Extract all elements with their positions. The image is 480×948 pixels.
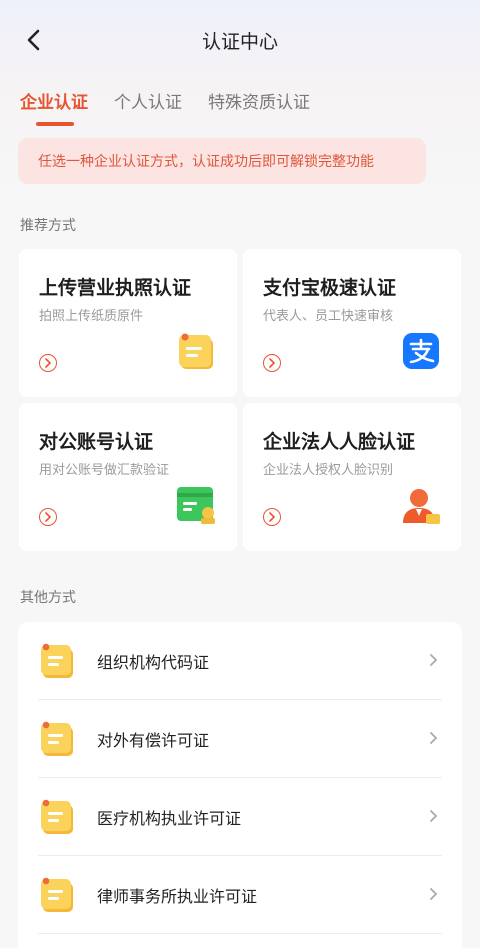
page-title: 认证中心 [201,31,278,53]
list-item-label: 医疗机构执业许可证 [97,809,242,828]
card-title: 对公账号认证 [39,431,154,453]
card-alipay-fast[interactable]: 支付宝极速认证 代表人、员工快速审核 [243,249,461,397]
card-business-license[interactable]: 上传营业执照认证 拍照上传纸质原件 [19,249,237,397]
document-note-icon [41,799,73,834]
active-tab-indicator [36,122,74,126]
person-face-icon [403,489,440,524]
list-item-law-firm-license[interactable]: 律师事务所执业许可证 [18,856,462,934]
card-subtitle: 代表人、员工快速审核 [263,309,394,324]
alipay-icon [403,333,439,369]
list-item-label: 对外有偿许可证 [97,731,210,750]
chevron-right-icon [430,810,438,822]
document-note-icon [41,877,73,912]
document-note-icon [41,643,73,678]
tab-special-qualification[interactable]: 特殊资质认证 [208,88,310,127]
arrow-right-circle-icon[interactable] [39,354,57,372]
divider [38,933,442,934]
notice-text: 任选一种企业认证方式，认证成功后即可解锁完整功能 [38,154,374,170]
card-legal-person-face[interactable]: 企业法人人脸认证 企业法人授权人脸识别 [243,403,461,551]
list-item-label: 律师事务所执业许可证 [97,887,258,906]
top-bar: 认证中心 [0,0,480,80]
card-subtitle: 企业法人授权人脸识别 [263,463,394,478]
list-item-paid-license[interactable]: 对外有偿许可证 [18,700,462,778]
tab-personal[interactable]: 个人认证 [114,88,182,127]
other-methods-list: 组织机构代码证 对外有偿许可证 医疗机构执业许可证 律师事务所执业许可证 [18,622,462,948]
section-label-others: 其他方式 [20,590,76,606]
document-note-icon [179,333,213,369]
arrow-right-circle-icon[interactable] [263,508,281,526]
chevron-right-icon [430,732,438,744]
list-item-org-code-cert[interactable]: 组织机构代码证 [18,622,462,700]
card-title: 上传营业执照认证 [39,277,192,299]
card-title: 支付宝极速认证 [263,277,397,299]
card-title: 企业法人人脸认证 [263,431,416,453]
list-item-medical-license[interactable]: 医疗机构执业许可证 [18,778,462,856]
notice-banner: 任选一种企业认证方式，认证成功后即可解锁完整功能 [18,138,426,184]
chevron-right-icon [430,654,438,666]
section-label-recommended: 推荐方式 [20,218,76,234]
card-subtitle: 用对公账号做汇款验证 [39,463,170,478]
card-corporate-account[interactable]: 对公账号认证 用对公账号做汇款验证 [19,403,237,551]
arrow-right-circle-icon[interactable] [263,354,281,372]
bank-card-icon [177,487,215,524]
card-subtitle: 拍照上传纸质原件 [39,309,144,324]
list-item-label: 组织机构代码证 [97,653,210,672]
arrow-right-circle-icon[interactable] [39,508,57,526]
chevron-right-icon [430,888,438,900]
document-note-icon [41,721,73,756]
